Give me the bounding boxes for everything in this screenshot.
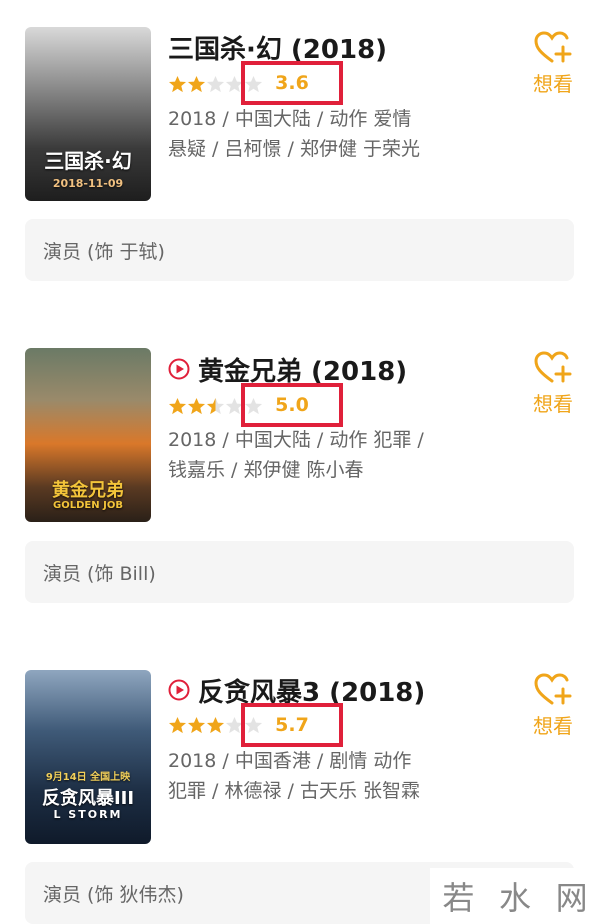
movie-poster[interactable]: 三国杀·幻 2018-11-09 xyxy=(25,27,151,201)
want-to-watch-button[interactable]: 想看 xyxy=(530,350,576,417)
poster-subtitle: GOLDEN JOB xyxy=(53,500,123,511)
heart-plus-icon xyxy=(534,673,572,705)
star-full-icon xyxy=(187,716,206,733)
heart-plus-icon xyxy=(534,351,572,383)
movie-title-row[interactable]: 黄金兄弟 (2018) xyxy=(168,351,407,388)
watermark-char: 网 xyxy=(555,879,588,917)
movie-meta-line1: 2018 / 中国香港 / 剧情 动作 xyxy=(168,750,412,772)
want-label: 想看 xyxy=(533,392,573,416)
star-full-icon xyxy=(168,75,187,92)
heart-plus-icon xyxy=(534,31,572,63)
score-highlight-box: 5.7 xyxy=(241,703,343,747)
poster-subtitle: L STORM xyxy=(53,808,123,821)
score-highlight-box: 5.0 xyxy=(241,383,343,427)
star-half-icon xyxy=(206,397,225,414)
want-to-watch-button[interactable]: 想看 xyxy=(530,30,576,97)
movie-meta-line2: 钱嘉乐 / 郑伊健 陈小春 xyxy=(168,459,364,481)
movie-title-row[interactable]: 反贪风暴3 (2018) xyxy=(168,673,425,708)
star-empty-icon xyxy=(206,75,225,92)
watermark-char: 水 xyxy=(498,879,531,917)
star-full-icon xyxy=(187,397,206,414)
role-info: 演员 (饰 Bill) xyxy=(25,541,574,603)
movie-title[interactable]: 黄金兄弟 (2018) xyxy=(198,351,407,388)
want-label: 想看 xyxy=(533,714,573,738)
movie-poster[interactable]: 黄金兄弟 GOLDEN JOB xyxy=(25,348,151,522)
movie-title[interactable]: 三国杀·幻 (2018) xyxy=(168,29,387,66)
movie-poster[interactable]: 9月14日 全国上映 反贪风暴III L STORM xyxy=(25,670,151,844)
role-info: 演员 (饰 于轼) xyxy=(25,219,574,281)
movie-meta-line2: 犯罪 / 林德禄 / 古天乐 张智霖 xyxy=(168,780,421,802)
score-highlight-box: 3.6 xyxy=(241,61,343,105)
movie-score: 5.0 xyxy=(275,394,309,416)
watermark: 若 水 网 xyxy=(430,868,600,924)
want-label: 想看 xyxy=(533,72,573,96)
star-full-icon xyxy=(187,75,206,92)
play-icon[interactable] xyxy=(168,358,190,380)
poster-caption: 反贪风暴III xyxy=(41,788,135,809)
movie-meta-line1: 2018 / 中国大陆 / 动作 犯罪 / xyxy=(168,429,424,451)
movie-meta-line1: 2018 / 中国大陆 / 动作 爱情 xyxy=(168,108,412,130)
want-to-watch-button[interactable]: 想看 xyxy=(530,672,576,739)
watermark-char: 若 xyxy=(442,879,475,917)
poster-caption: 三国杀·幻 xyxy=(44,149,132,173)
movie-title-row[interactable]: 三国杀·幻 (2018) xyxy=(168,29,387,66)
play-icon[interactable] xyxy=(168,679,190,701)
movie-score: 3.6 xyxy=(275,72,309,94)
star-full-icon xyxy=(206,716,225,733)
movie-score: 5.7 xyxy=(275,714,309,736)
poster-date: 9月14日 全国上映 xyxy=(45,772,131,783)
poster-caption: 黄金兄弟 xyxy=(52,480,124,501)
star-full-icon xyxy=(168,397,187,414)
star-full-icon xyxy=(168,716,187,733)
movie-meta-line2: 悬疑 / 吕柯憬 / 郑伊健 于荣光 xyxy=(168,138,421,160)
poster-date: 2018-11-09 xyxy=(52,177,124,190)
